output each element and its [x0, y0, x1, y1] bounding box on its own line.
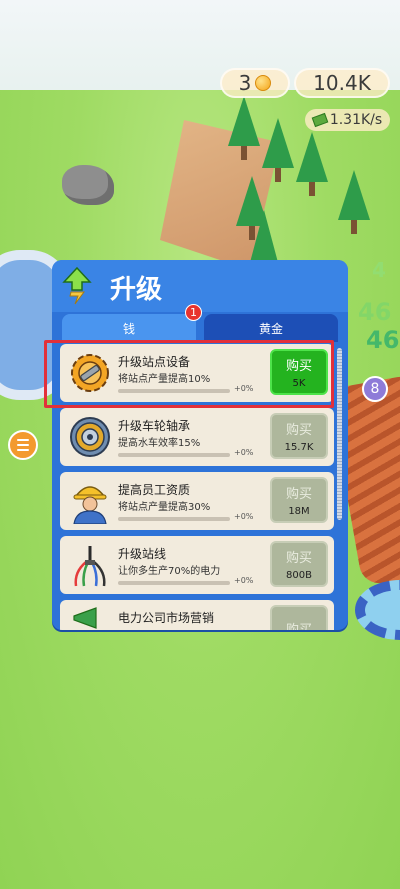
progress-bar [118, 453, 230, 457]
buy-label: 购买 [285, 423, 312, 438]
progress-bar [118, 517, 230, 521]
upgrade-panel: 升级 钱 1 黄金 升级站点设备 将站点产量提高10% +0% 购买 5K 升级… [52, 260, 348, 630]
buy-label: 购买 [285, 622, 312, 631]
gold-value: 3 [238, 71, 252, 95]
progress-pct: +0% [234, 512, 254, 521]
tab-gold-label: 黄金 [258, 321, 283, 336]
list-item: 升级站点设备 将站点产量提高10% +0% 购买 5K [60, 344, 334, 402]
money-counter: 10.4K [294, 68, 390, 98]
progress-pct: +0% [234, 576, 254, 585]
tree [296, 132, 328, 196]
panel-header: 升级 [52, 260, 348, 312]
list-item: 升级车轮轴承 提高水车效率15% +0% 购买 15.7K [60, 408, 334, 466]
item-title: 升级站线 [118, 547, 167, 561]
buy-label: 购买 [285, 551, 312, 566]
gear-wrench-icon [71, 354, 109, 392]
progress-bar [118, 389, 230, 393]
buy-button[interactable]: 购买 15.7K [270, 413, 328, 459]
buy-cost: 15.7K [284, 442, 314, 453]
tree [228, 96, 260, 160]
buy-cost: 18M [288, 506, 310, 517]
item-title: 升级车轮轴承 [118, 419, 191, 433]
cable-icon [74, 546, 106, 587]
income-rate: 1.31K/s [305, 109, 390, 131]
buy-cost: 800B [286, 570, 312, 581]
item-title: 升级站点设备 [118, 355, 191, 369]
item-desc: 让你多生产70%的电力 [118, 566, 221, 577]
list-item: 电力公司市场营销 购买 [60, 600, 334, 630]
cash-icon [311, 112, 329, 128]
progress-pct: +0% [234, 448, 254, 457]
tree [338, 170, 370, 234]
bearing-icon [70, 417, 110, 457]
floating-number: 46 [366, 326, 400, 354]
buy-cost: 5K [292, 378, 306, 389]
item-title: 提高员工资质 [118, 483, 191, 497]
gold-coin-icon [255, 75, 272, 91]
buy-label: 购买 [285, 487, 312, 502]
tab-money-label: 钱 [122, 321, 135, 336]
tab-gold[interactable]: 黄金 [204, 314, 338, 342]
side-badge[interactable]: 8 [362, 376, 388, 402]
upgrade-list[interactable]: 升级站点设备 将站点产量提高10% +0% 购买 5K 升级车轮轴承 提高水车效… [60, 344, 336, 630]
buy-label: 购买 [285, 359, 312, 374]
list-item: 升级站线 让你多生产70%的电力 +0% 购买 800B [60, 536, 334, 594]
scrollbar[interactable] [337, 348, 342, 520]
upgrade-arrow-icon [62, 266, 92, 305]
income-rate-value: 1.31K/s [329, 112, 383, 128]
notification-badge: 1 [185, 304, 202, 321]
item-desc: 将站点产量提高30% [118, 502, 211, 513]
gold-counter: 3 [220, 68, 290, 98]
buy-button[interactable]: 购买 18M [270, 477, 328, 523]
tree [262, 118, 294, 182]
money-value: 10.4K [313, 71, 371, 95]
rock [62, 165, 114, 205]
worker-icon [73, 486, 107, 524]
buy-button[interactable]: 购买 800B [270, 541, 328, 587]
buy-button[interactable]: 购买 [270, 605, 328, 630]
floating-number: 4 [372, 258, 386, 282]
panel-title: 升级 [110, 275, 163, 305]
menu-list-icon[interactable] [8, 430, 38, 460]
list-item: 提高员工资质 将站点产量提高30% +0% 购买 18M [60, 472, 334, 530]
progress-bar [118, 581, 230, 585]
marketing-icon [73, 607, 97, 629]
progress-pct: +0% [234, 384, 254, 393]
item-title: 电力公司市场营销 [118, 611, 215, 625]
tab-money[interactable]: 钱 [62, 314, 196, 342]
item-desc: 将站点产量提高10% [118, 374, 211, 385]
buy-button[interactable]: 购买 5K [270, 349, 328, 395]
floating-number: 46 [358, 298, 392, 326]
item-desc: 提高水车效率15% [118, 438, 201, 449]
